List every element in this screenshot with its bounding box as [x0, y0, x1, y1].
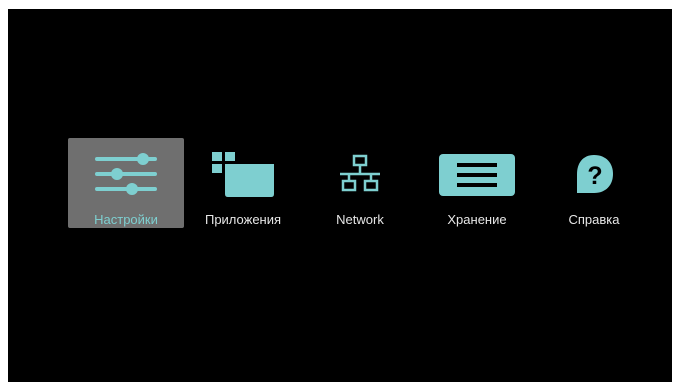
menu-item-settings[interactable]: Настройки	[68, 138, 184, 228]
network-icon	[302, 150, 418, 198]
storage-icon	[419, 150, 535, 198]
menu-item-apps[interactable]: Приложения	[185, 138, 301, 228]
menu-item-network[interactable]: Network	[302, 138, 418, 228]
tv-screen: Настройки Приложения Network Хранение ? …	[8, 9, 672, 382]
svg-text:?: ?	[587, 162, 602, 190]
menu-item-storage[interactable]: Хранение	[419, 138, 535, 228]
home-menu: Настройки Приложения Network Хранение ? …	[68, 138, 628, 228]
menu-item-label: Приложения	[204, 212, 282, 227]
menu-item-label: Справка	[568, 212, 620, 227]
menu-item-label: Настройки	[94, 212, 158, 227]
menu-item-label: Network	[336, 212, 384, 227]
menu-item-label: Хранение	[447, 212, 507, 227]
settings-sliders-icon	[68, 150, 184, 198]
menu-item-help[interactable]: ? Справка	[536, 138, 652, 228]
help-icon: ?	[536, 150, 652, 198]
apps-icon	[185, 150, 301, 198]
